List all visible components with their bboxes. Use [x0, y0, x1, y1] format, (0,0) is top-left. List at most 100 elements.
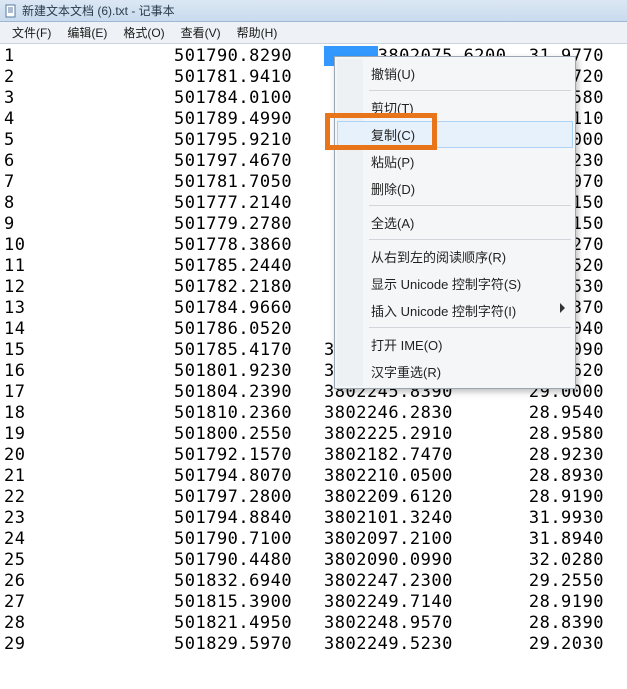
ctx-select-all[interactable]: 全选(A) [337, 209, 573, 236]
ctx-rtl[interactable]: 从右到左的阅读顺序(R) [337, 243, 573, 270]
col-b: 3802249.7140 [324, 592, 504, 613]
col-c: 31.9930 [504, 508, 604, 529]
separator [369, 90, 571, 91]
line-number: 19 [4, 424, 174, 445]
col-a: 501785.2440 [174, 256, 324, 277]
ctx-undo[interactable]: 撤销(U) [337, 60, 573, 87]
col-c: 28.9190 [504, 487, 604, 508]
col-b: 3802246.2830 [324, 403, 504, 424]
text-line: 29501829.59703802249.523029.2030 [4, 634, 627, 655]
line-number: 25 [4, 550, 174, 571]
text-line: 22501797.28003802209.612028.9190 [4, 487, 627, 508]
ctx-delete[interactable]: 删除(D) [337, 175, 573, 202]
col-a: 501801.9230 [174, 361, 324, 382]
line-number: 9 [4, 214, 174, 235]
col-a: 501777.2140 [174, 193, 324, 214]
menu-help[interactable]: 帮助(H) [229, 22, 286, 43]
window-title: 新建文本文档 (6).txt - 记事本 [22, 2, 175, 19]
col-a: 501781.7050 [174, 172, 324, 193]
col-b: 3802248.9570 [324, 613, 504, 634]
titlebar: 新建文本文档 (6).txt - 记事本 [0, 0, 627, 22]
line-number: 3 [4, 88, 174, 109]
line-number: 14 [4, 319, 174, 340]
col-c: 31.8940 [504, 529, 604, 550]
line-number: 7 [4, 172, 174, 193]
col-a: 501784.0100 [174, 88, 324, 109]
col-b: 3802247.2300 [324, 571, 504, 592]
col-a: 501790.8290 [174, 46, 324, 67]
col-a: 501794.8070 [174, 466, 324, 487]
line-number: 16 [4, 361, 174, 382]
col-a: 501797.4670 [174, 151, 324, 172]
ctx-insert-unicode[interactable]: 插入 Unicode 控制字符(I) [337, 297, 573, 324]
col-b: 3802090.0990 [324, 550, 504, 571]
line-number: 27 [4, 592, 174, 613]
col-a: 501785.4170 [174, 340, 324, 361]
document-icon [4, 4, 18, 18]
col-c: 28.9580 [504, 424, 604, 445]
separator [369, 327, 571, 328]
ctx-copy[interactable]: 复制(C) [337, 121, 573, 148]
col-a: 501810.2360 [174, 403, 324, 424]
line-number: 8 [4, 193, 174, 214]
menu-format[interactable]: 格式(O) [115, 22, 172, 43]
line-number: 26 [4, 571, 174, 592]
line-number: 12 [4, 277, 174, 298]
col-a: 501789.4990 [174, 109, 324, 130]
line-number: 29 [4, 634, 174, 655]
col-a: 501781.9410 [174, 67, 324, 88]
text-line: 28501821.49503802248.957028.8390 [4, 613, 627, 634]
col-b: 3802097.2100 [324, 529, 504, 550]
col-c: 28.8390 [504, 613, 604, 634]
line-number: 21 [4, 466, 174, 487]
col-a: 501784.9660 [174, 298, 324, 319]
menu-view[interactable]: 查看(V) [173, 22, 229, 43]
text-line: 21501794.80703802210.050028.8930 [4, 466, 627, 487]
line-number: 17 [4, 382, 174, 403]
line-number: 2 [4, 67, 174, 88]
col-a: 501832.6940 [174, 571, 324, 592]
text-line: 26501832.69403802247.230029.2550 [4, 571, 627, 592]
text-line: 20501792.15703802182.747028.9230 [4, 445, 627, 466]
text-line: 18501810.23603802246.283028.9540 [4, 403, 627, 424]
col-a: 501797.2800 [174, 487, 324, 508]
text-line: 24501790.71003802097.210031.8940 [4, 529, 627, 550]
col-c: 32.0280 [504, 550, 604, 571]
line-number: 18 [4, 403, 174, 424]
context-menu: 撤销(U) 剪切(T) 复制(C) 粘贴(P) 删除(D) 全选(A) 从右到左… [334, 56, 576, 389]
ctx-open-ime[interactable]: 打开 IME(O) [337, 331, 573, 358]
menu-edit[interactable]: 编辑(E) [59, 22, 115, 43]
separator [369, 239, 571, 240]
col-b: 3802210.0500 [324, 466, 504, 487]
line-number: 15 [4, 340, 174, 361]
line-number: 6 [4, 151, 174, 172]
line-number: 20 [4, 445, 174, 466]
line-number: 23 [4, 508, 174, 529]
menu-file[interactable]: 文件(F) [4, 22, 59, 43]
text-line: 23501794.88403802101.324031.9930 [4, 508, 627, 529]
text-line: 25501790.44803802090.099032.0280 [4, 550, 627, 571]
line-number: 10 [4, 235, 174, 256]
col-b: 3802209.6120 [324, 487, 504, 508]
line-number: 1 [4, 46, 174, 67]
ctx-paste[interactable]: 粘贴(P) [337, 148, 573, 175]
col-a: 501804.2390 [174, 382, 324, 403]
line-number: 11 [4, 256, 174, 277]
col-b: 3802225.2910 [324, 424, 504, 445]
col-a: 501782.2180 [174, 277, 324, 298]
col-a: 501790.4480 [174, 550, 324, 571]
ctx-cut[interactable]: 剪切(T) [337, 94, 573, 121]
ctx-insert-unicode-label: 插入 Unicode 控制字符(I) [371, 304, 516, 319]
col-a: 501778.3860 [174, 235, 324, 256]
text-line: 19501800.25503802225.291028.9580 [4, 424, 627, 445]
col-c: 29.2030 [504, 634, 604, 655]
ctx-show-unicode[interactable]: 显示 Unicode 控制字符(S) [337, 270, 573, 297]
line-number: 5 [4, 130, 174, 151]
col-c: 28.9540 [504, 403, 604, 424]
col-a: 501790.7100 [174, 529, 324, 550]
col-a: 501815.3900 [174, 592, 324, 613]
line-number: 4 [4, 109, 174, 130]
col-b: 3802101.3240 [324, 508, 504, 529]
col-a: 501794.8840 [174, 508, 324, 529]
ctx-reconvert[interactable]: 汉字重选(R) [337, 358, 573, 385]
